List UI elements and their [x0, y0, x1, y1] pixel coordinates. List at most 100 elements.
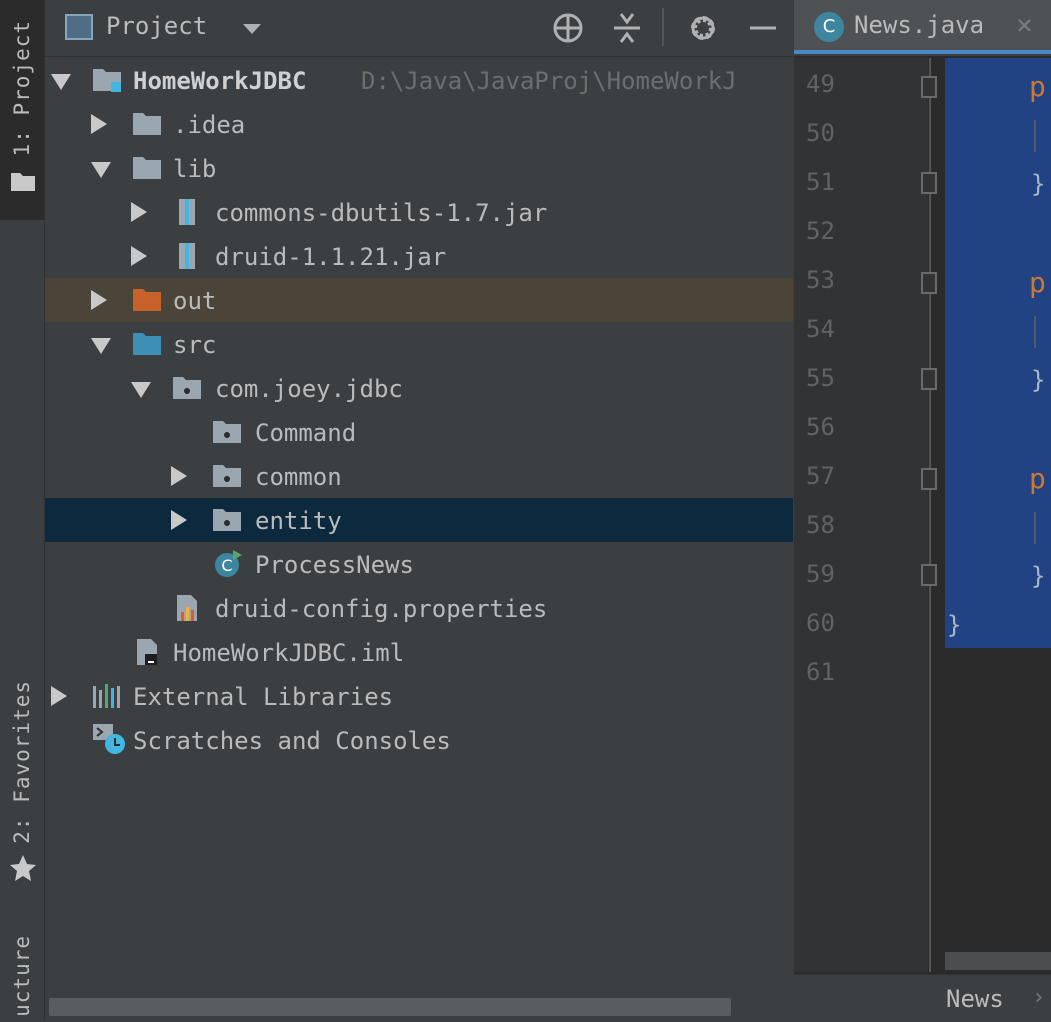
fold-marker-icon[interactable] [921, 76, 937, 98]
locate-icon[interactable] [550, 10, 586, 46]
java-class-icon: C [814, 12, 844, 42]
line-number: 55 [806, 364, 835, 392]
tree-item-com-joey-jdbc[interactable]: com.joey.jdbc [45, 366, 793, 410]
chevron-right-icon[interactable] [131, 202, 147, 222]
scratches-icon [93, 724, 125, 754]
tree-item-label: External Libraries [133, 683, 394, 711]
code-brace: } [947, 611, 962, 639]
gear-icon[interactable] [685, 10, 721, 46]
line-number: 49 [806, 70, 835, 98]
tree-item-label: Scratches and Consoles [133, 727, 451, 755]
chevron-right-icon[interactable] [91, 114, 107, 134]
tree-item-processnews[interactable]: C ProcessNews [45, 542, 793, 586]
line-number: 61 [806, 658, 835, 686]
package-icon [213, 465, 241, 487]
tree-item-label: druid-1.1.21.jar [215, 243, 447, 271]
chevron-right-icon[interactable] [171, 466, 187, 486]
folder-icon [11, 173, 35, 191]
project-tool-tab-label: 1: Project [10, 20, 34, 157]
code-keyword: p [1029, 266, 1046, 299]
line-number: 56 [806, 413, 835, 441]
tree-item-common[interactable]: common [45, 454, 793, 498]
chevron-down-icon[interactable] [51, 74, 71, 90]
tree-item-command[interactable]: Command [45, 410, 793, 454]
chevron-right-icon[interactable] [51, 686, 67, 706]
chevron-right-icon[interactable] [131, 246, 147, 266]
tree-item-homeworkjdbc[interactable]: HomeWorkJDBC D:\Java\JavaProj\HomeWorkJ [45, 58, 793, 102]
tree-item-druid-jar[interactable]: druid-1.1.21.jar [45, 234, 793, 278]
line-number: 58 [806, 511, 835, 539]
package-icon [173, 377, 201, 399]
libraries-icon [93, 684, 120, 708]
code-brace: } [1031, 170, 1046, 198]
tree-item-src[interactable]: src [45, 322, 793, 366]
line-number: 52 [806, 217, 835, 245]
java-class-runnable-icon: C [215, 550, 242, 577]
indent-guide [1034, 316, 1036, 348]
structure-tool-tab-label: ucture [10, 935, 34, 1017]
project-panel-header: Project [45, 0, 793, 57]
chevron-right-icon[interactable] [91, 290, 107, 310]
tree-item-label: out [173, 287, 217, 315]
tree-item-external-libraries[interactable]: External Libraries [45, 674, 793, 718]
chevron-right-icon: › [1032, 985, 1046, 1010]
tree-item-commons-dbutils-jar[interactable]: commons-dbutils-1.7.jar [45, 190, 793, 234]
tree-item-idea[interactable]: .idea [45, 102, 793, 146]
tree-item-label: druid-config.properties [215, 595, 548, 623]
indent-guide [1034, 512, 1036, 544]
tree-item-druid-config[interactable]: druid-config.properties [45, 586, 793, 630]
minimize-icon[interactable] [745, 10, 781, 46]
module-path: D:\Java\JavaProj\HomeWorkJ [361, 67, 737, 95]
horizontal-scrollbar[interactable] [49, 998, 731, 1016]
tree-item-scratches[interactable]: Scratches and Consoles [45, 718, 793, 762]
module-folder-icon [93, 69, 121, 92]
jar-icon [179, 199, 195, 225]
fold-marker-icon[interactable] [921, 368, 937, 390]
tree-item-label: HomeWorkJDBC [133, 67, 307, 95]
breadcrumb-item[interactable]: News [946, 985, 1004, 1013]
breadcrumb: News › [794, 974, 1051, 1022]
editor-tab-bar: C News.java × [794, 0, 1051, 58]
editor-tab-news[interactable]: C News.java × [794, 0, 1051, 54]
chevron-down-icon[interactable] [131, 382, 151, 398]
package-icon [213, 421, 241, 443]
fold-marker-icon[interactable] [921, 468, 937, 490]
source-folder-icon [133, 333, 161, 355]
tree-item-iml[interactable]: HomeWorkJDBC.iml [45, 630, 793, 674]
tree-item-lib[interactable]: lib [45, 146, 793, 190]
close-icon[interactable]: × [1016, 8, 1033, 41]
tree-item-label: com.joey.jdbc [215, 375, 403, 403]
tree-item-label: src [173, 331, 217, 359]
line-number: 59 [806, 560, 835, 588]
chevron-down-icon[interactable] [91, 162, 111, 178]
fold-marker-icon[interactable] [921, 564, 937, 586]
tree-item-entity[interactable]: entity [45, 498, 793, 542]
folder-icon [133, 113, 161, 135]
chevron-down-icon[interactable] [91, 338, 111, 354]
chevron-down-icon[interactable] [243, 24, 261, 34]
tree-item-label: common [255, 463, 342, 491]
chevron-right-icon[interactable] [171, 510, 187, 530]
favorites-tool-tab-label: 2: Favorites [10, 680, 34, 844]
fold-marker-icon[interactable] [921, 272, 937, 294]
code-selection[interactable]: p } p } p } } [945, 58, 1051, 648]
fold-guide [929, 58, 931, 972]
star-icon [10, 855, 36, 881]
collapse-all-icon[interactable] [609, 10, 645, 46]
favorites-tool-tab[interactable]: 2: Favorites [0, 670, 44, 890]
iml-file-icon [137, 639, 157, 665]
tree-item-out[interactable]: out [45, 278, 793, 322]
structure-tool-tab[interactable]: ucture [0, 925, 44, 1021]
indent-guide [1034, 120, 1036, 152]
line-number: 54 [806, 315, 835, 343]
excluded-folder-icon [133, 289, 161, 311]
line-number: 53 [806, 266, 835, 294]
line-number: 60 [806, 609, 835, 637]
editor-horizontal-scrollbar[interactable] [945, 952, 1051, 970]
tree-item-label: Command [255, 419, 357, 447]
fold-marker-icon[interactable] [921, 172, 937, 194]
tree-item-label: entity [255, 507, 342, 535]
project-tool-tab[interactable]: 1: Project [0, 0, 44, 220]
view-selector[interactable]: Project [106, 12, 207, 40]
line-number: 50 [806, 119, 835, 147]
